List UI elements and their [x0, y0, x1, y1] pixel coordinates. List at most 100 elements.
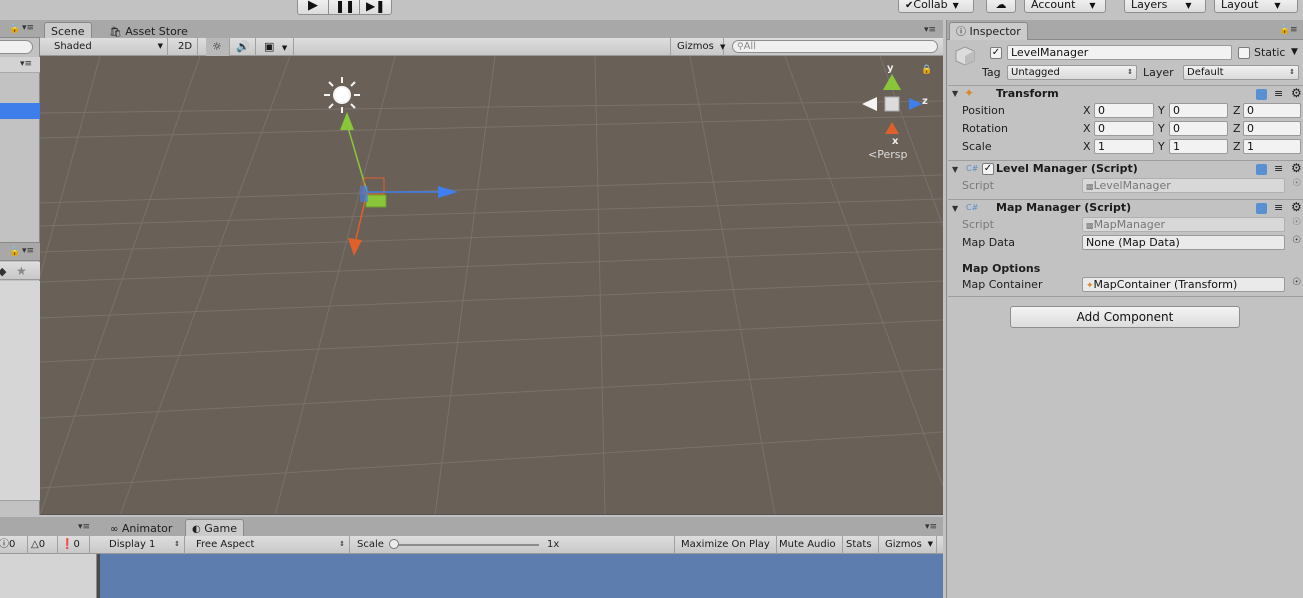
hierarchy-header: ▾≡: [0, 57, 40, 73]
preset-icon[interactable]: ≡: [1274, 87, 1283, 100]
foldout-arrow-icon[interactable]: ▼: [952, 165, 958, 174]
object-picker-icon[interactable]: ☉: [1292, 277, 1301, 288]
tab-inspector[interactable]: ⓘ Inspector: [949, 22, 1028, 40]
foldout-arrow-icon[interactable]: ▼: [952, 89, 958, 98]
tab-animator[interactable]: ∞ Animator: [103, 519, 179, 537]
help-icon[interactable]: [1256, 203, 1267, 214]
lock-icon[interactable]: 🔒: [9, 247, 20, 257]
gear-icon[interactable]: ⚙: [1291, 161, 1302, 175]
scene-effects-dropdown[interactable]: ▣ ▼: [258, 38, 294, 56]
position-y-axis[interactable]: Y: [1158, 104, 1165, 117]
shading-mode-dropdown[interactable]: Shaded ▼: [48, 38, 168, 56]
help-icon[interactable]: [1256, 89, 1267, 100]
chevron-down-icon[interactable]: ▼: [1291, 47, 1298, 57]
rotation-y-field[interactable]: 0: [1169, 121, 1228, 136]
layer-dropdown[interactable]: Default ⇕: [1183, 65, 1299, 80]
add-component-button[interactable]: Add Component: [1010, 306, 1240, 328]
preset-icon[interactable]: ≡: [1274, 162, 1283, 175]
rotation-z-field[interactable]: 0: [1243, 121, 1301, 136]
toggle-2d-button[interactable]: 2D: [172, 38, 198, 56]
collab-button[interactable]: ✔Collab ▼: [898, 0, 974, 13]
gear-icon[interactable]: ⚙: [1291, 200, 1302, 214]
tag-dropdown[interactable]: Untagged ⇕: [1007, 65, 1137, 80]
component-title: Map Manager (Script): [996, 201, 1132, 214]
rotation-y-axis[interactable]: Y: [1158, 122, 1165, 135]
panel-menu-icon[interactable]: ▾≡: [20, 59, 32, 69]
display-dropdown[interactable]: Display 1 ⇕: [103, 536, 185, 554]
layout-button[interactable]: Layout ▼: [1214, 0, 1298, 13]
static-checkbox[interactable]: [1238, 47, 1250, 59]
label-filter-icon[interactable]: ◆: [0, 265, 6, 278]
cloud-button[interactable]: ☁: [986, 0, 1016, 13]
preset-icon[interactable]: ≡: [1274, 201, 1283, 214]
lock-icon[interactable]: 🔒: [1279, 25, 1290, 35]
step-button[interactable]: ▶❚: [359, 0, 392, 15]
map-container-field[interactable]: ✦MapContainer (Transform): [1082, 277, 1285, 292]
game-viewport[interactable]: [97, 554, 943, 598]
position-y-field[interactable]: 0: [1169, 103, 1228, 118]
panel-menu-icon[interactable]: ▾≡: [925, 522, 937, 532]
pause-button[interactable]: ❚❚: [328, 0, 360, 15]
panel-menu-icon[interactable]: ▾≡: [22, 23, 34, 33]
position-z-field[interactable]: 0: [1243, 103, 1301, 118]
scale-z-field[interactable]: 1: [1243, 139, 1301, 154]
scale-slider-handle[interactable]: [389, 539, 399, 549]
panel-menu-icon[interactable]: ▾≡: [22, 246, 34, 256]
inspector-tabbar: ⓘ Inspector 🔒 ≡: [947, 20, 1303, 40]
scale-x-field[interactable]: 1: [1094, 139, 1154, 154]
level-manager-header[interactable]: ▼ C# ✓ Level Manager (Script) ≡ ⚙: [948, 160, 1303, 178]
scale-y-field[interactable]: 1: [1169, 139, 1228, 154]
projection-toggle[interactable]: <Persp: [868, 148, 907, 161]
scene-audio-toggle[interactable]: 🔊: [230, 38, 256, 56]
scene-search-field[interactable]: ⚲All: [732, 40, 938, 53]
object-picker-icon[interactable]: ☉: [1292, 178, 1301, 189]
rotation-z-axis[interactable]: Z: [1233, 122, 1241, 135]
maximize-on-play-button[interactable]: Maximize On Play: [674, 536, 777, 554]
chevron-down-icon: ▼: [1185, 1, 1192, 10]
project-tabbar: 🔒 ▾≡: [0, 243, 40, 261]
panel-menu-icon[interactable]: ▾≡: [78, 522, 90, 532]
console-error-count[interactable]: ❗0: [58, 536, 90, 554]
map-data-field[interactable]: None (Map Data): [1082, 235, 1285, 250]
lock-icon[interactable]: 🔒: [9, 24, 20, 34]
layers-button[interactable]: Layers ▼: [1124, 0, 1206, 13]
transform-header[interactable]: ▼ ✦ Transform ≡ ⚙: [948, 85, 1303, 103]
scale-z-axis[interactable]: Z: [1233, 140, 1241, 153]
scale-slider-track[interactable]: [395, 544, 539, 546]
star-icon[interactable]: ★: [16, 264, 27, 278]
hierarchy-search[interactable]: [0, 40, 33, 54]
play-button[interactable]: ▶: [297, 0, 329, 15]
hierarchy-selected-row[interactable]: [0, 103, 40, 119]
console-log-count[interactable]: ⓘ0: [0, 536, 28, 554]
scale-x-axis[interactable]: X: [1083, 140, 1091, 153]
panel-menu-icon[interactable]: ▾≡: [924, 25, 936, 35]
position-x-axis[interactable]: X: [1083, 104, 1091, 117]
object-picker-icon[interactable]: ☉: [1292, 217, 1301, 228]
gameobject-active-toggle[interactable]: ✓: [990, 47, 1002, 59]
console-warning-count[interactable]: △0: [28, 536, 58, 554]
stats-button[interactable]: Stats: [840, 536, 879, 554]
position-x-field[interactable]: 0: [1094, 103, 1154, 118]
object-picker-icon[interactable]: ☉: [1292, 235, 1301, 246]
position-z-axis[interactable]: Z: [1233, 104, 1241, 117]
gameobject-name-field[interactable]: LevelManager: [1007, 45, 1232, 60]
foldout-arrow-icon[interactable]: ▼: [952, 204, 958, 213]
scene-lighting-toggle[interactable]: ☼: [206, 38, 230, 56]
rotation-x-axis[interactable]: X: [1083, 122, 1091, 135]
game-gizmos-dropdown[interactable]: Gizmos ▼: [879, 536, 937, 554]
help-icon[interactable]: [1256, 164, 1267, 175]
rotation-x-field[interactable]: 0: [1094, 121, 1154, 136]
gizmos-dropdown[interactable]: Gizmos ▼: [670, 38, 725, 56]
map-manager-header[interactable]: ▼ C# Map Manager (Script) ≡ ⚙: [948, 199, 1303, 217]
lock-icon[interactable]: 🔒: [921, 65, 932, 75]
mute-audio-button[interactable]: Mute Audio: [773, 536, 843, 554]
level-manager-enabled-toggle[interactable]: ✓: [982, 163, 994, 175]
gear-icon[interactable]: ⚙: [1291, 86, 1302, 100]
project-tree: [0, 281, 40, 501]
scene-viewport[interactable]: y z x 🔒 <Persp: [40, 56, 943, 515]
panel-menu-icon[interactable]: ≡: [1290, 25, 1298, 35]
account-button[interactable]: Account ▼: [1024, 0, 1106, 13]
tab-game[interactable]: ◐ Game: [185, 519, 244, 537]
scale-y-axis[interactable]: Y: [1158, 140, 1165, 153]
aspect-dropdown[interactable]: Free Aspect ⇕: [190, 536, 350, 554]
